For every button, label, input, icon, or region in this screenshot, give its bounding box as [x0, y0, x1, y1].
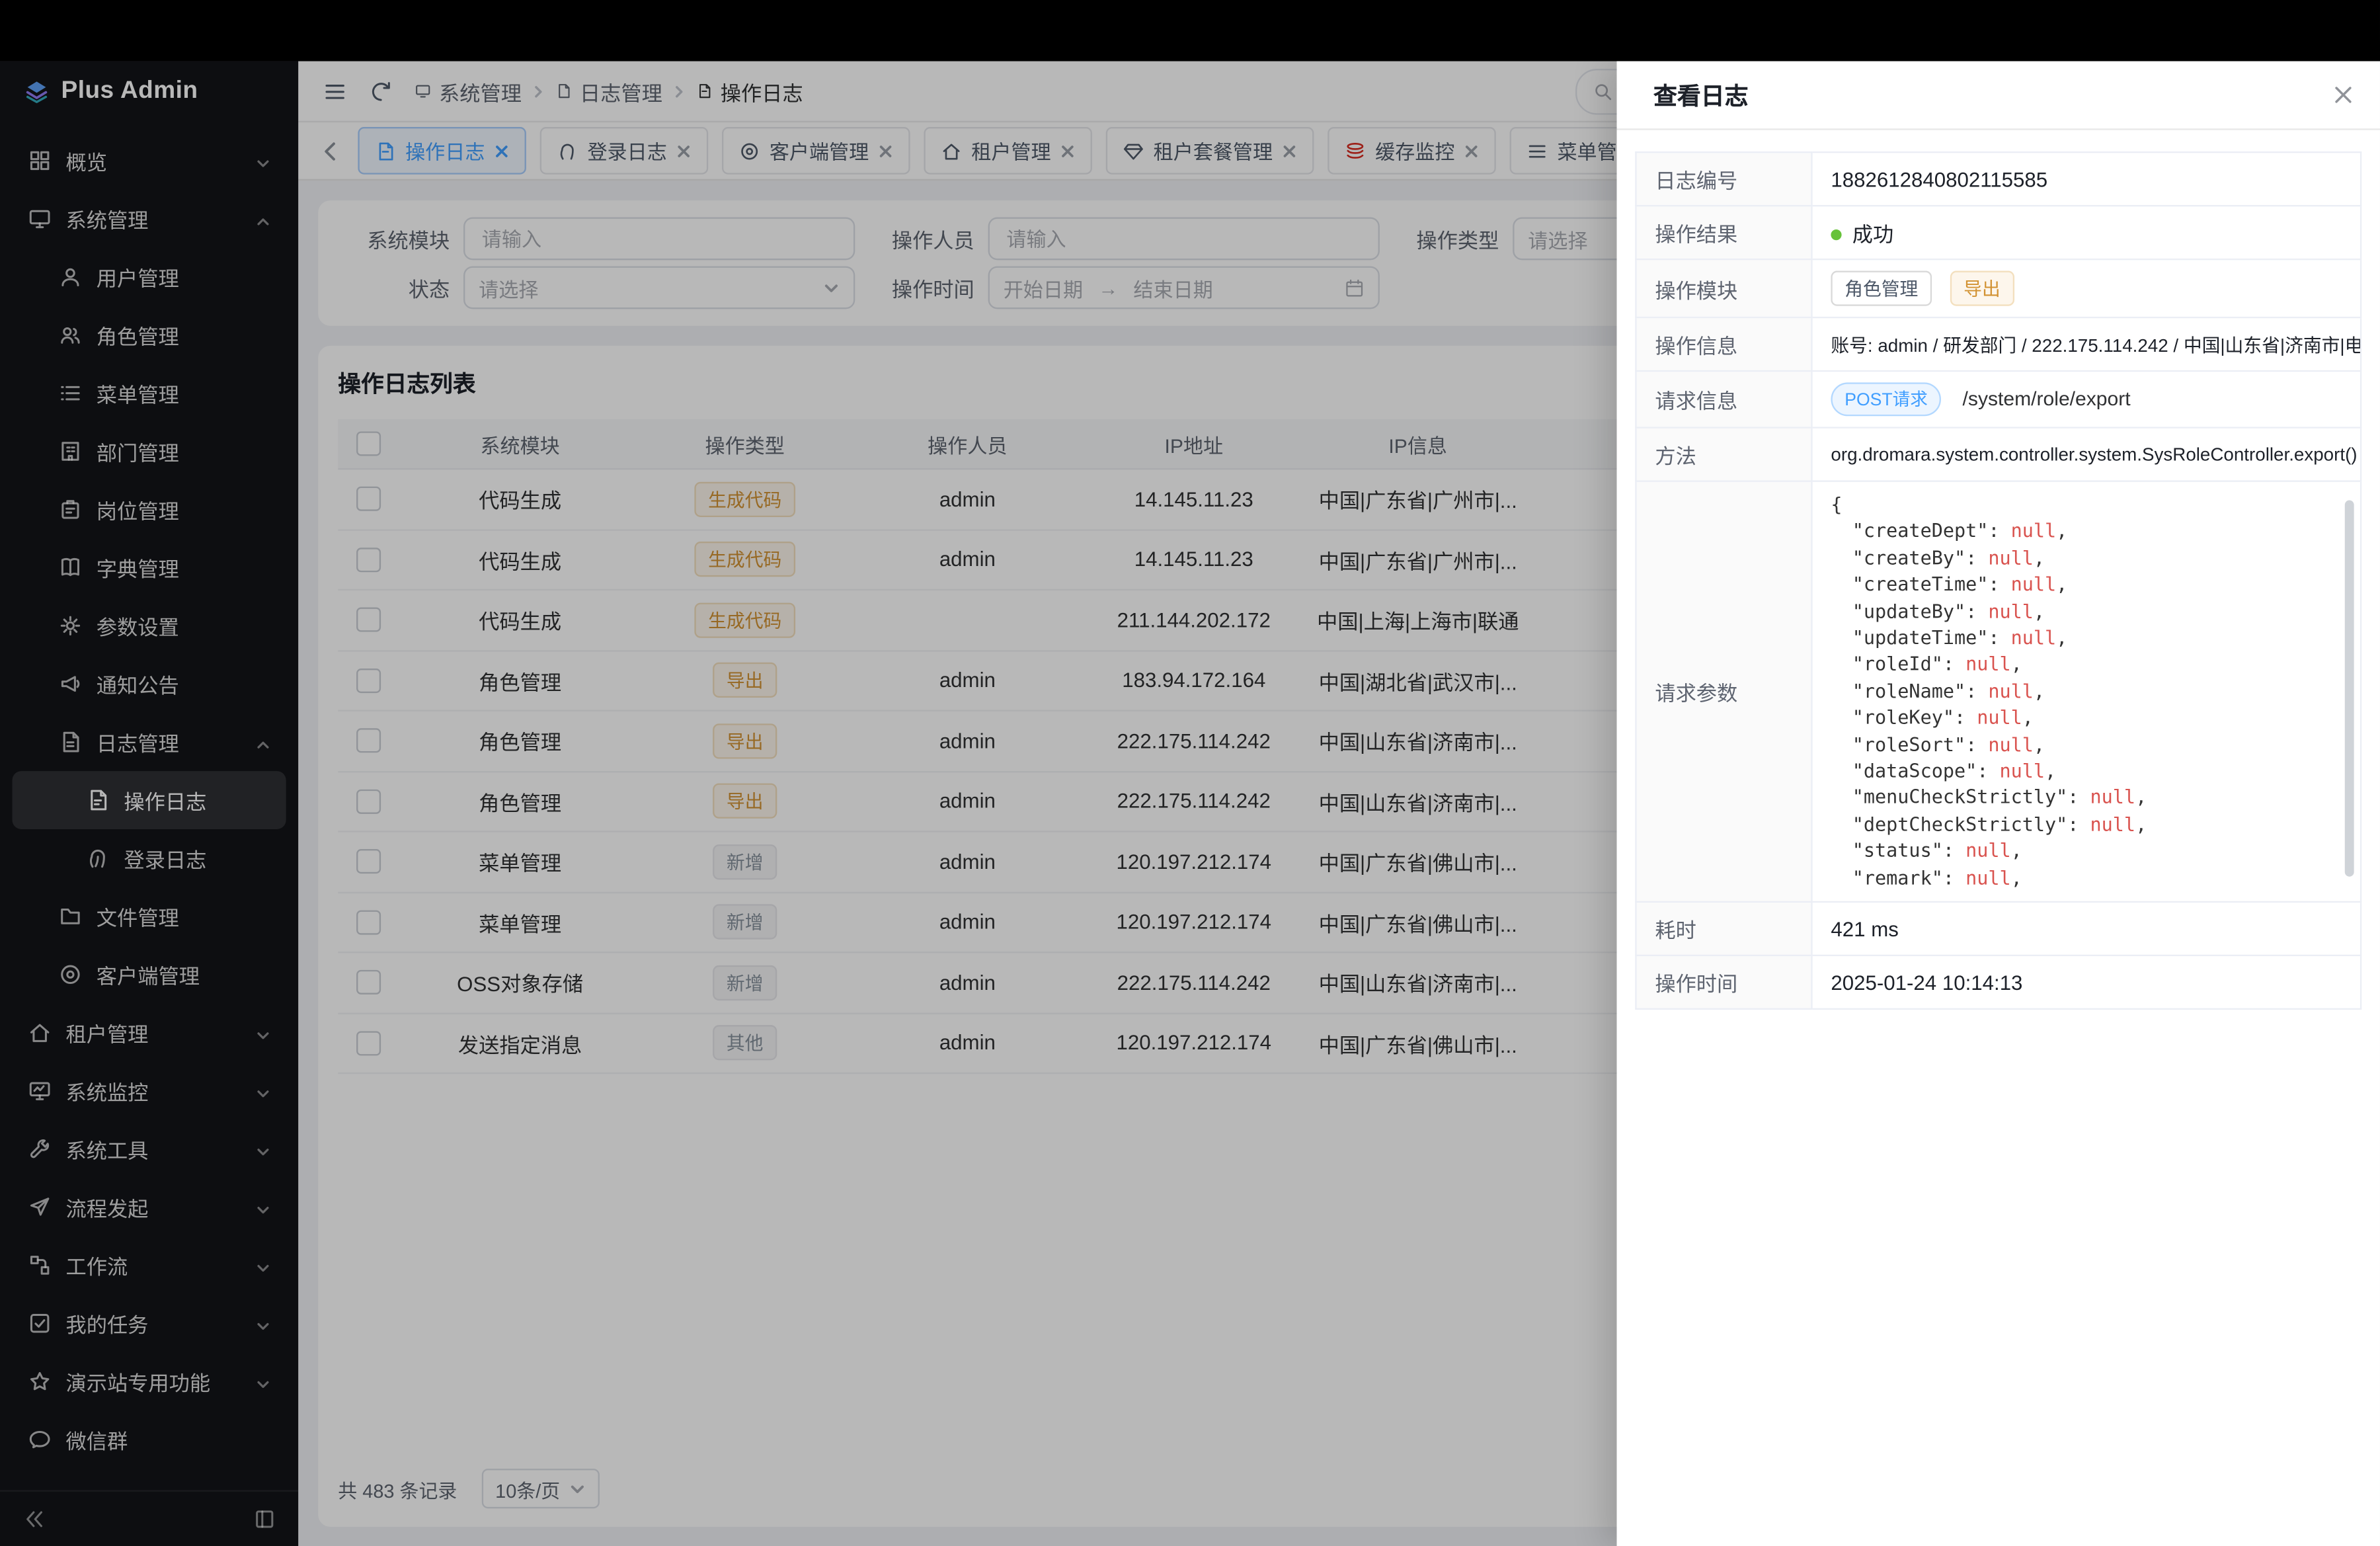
drawer-header: 查看日志	[1616, 61, 2379, 130]
detail-row-info: 操作信息 账号: admin / 研发部门 / 222.175.114.242 …	[1636, 317, 2361, 371]
duration-value: 421 ms	[1811, 902, 2361, 956]
detail-row-method: 方法 org.dromara.system.controller.system.…	[1636, 428, 2361, 481]
code-scrollbar-thumb[interactable]	[2345, 501, 2354, 877]
detail-row-time: 操作时间 2025-01-24 10:14:13	[1636, 956, 2361, 1009]
module-value: 角色管理 导出	[1811, 259, 2361, 317]
drawer-body: 日志编号 1882612840802115585 操作结果 成功 操作模块 角色…	[1616, 130, 2379, 1032]
close-drawer-icon[interactable]	[2331, 83, 2356, 107]
operation-time-value: 2025-01-24 10:14:13	[1811, 956, 2361, 1009]
log-id-value: 1882612840802115585	[1811, 152, 2361, 206]
drawer-title: 查看日志	[1653, 78, 2331, 112]
detail-row-log-id: 日志编号 1882612840802115585	[1636, 152, 2361, 206]
detail-row-module: 操作模块 角色管理 导出	[1636, 259, 2361, 317]
view-log-drawer: 查看日志 日志编号 1882612840802115585 操作结果 成功 操作…	[1616, 61, 2379, 1546]
app-window: Plus Admin 概览 系统管理 用户管理 角色管理	[0, 0, 2380, 1546]
request-params-value: { "createDept": null, "createBy": null, …	[1811, 481, 2361, 902]
success-dot	[1831, 229, 1841, 240]
http-method-tag: POST请求	[1831, 382, 1941, 416]
detail-row-result: 操作结果 成功	[1636, 206, 2361, 259]
json-code-block: { "createDept": null, "createBy": null, …	[1831, 493, 2342, 891]
detail-row-params: 请求参数 { "createDept": null, "createBy": n…	[1636, 481, 2361, 902]
request-info-value: POST请求 /system/role/export	[1811, 371, 2361, 428]
operation-info-value: 账号: admin / 研发部门 / 222.175.114.242 / 中国|…	[1811, 317, 2361, 371]
method-value: org.dromara.system.controller.system.Sys…	[1811, 428, 2361, 481]
action-tag: 导出	[1950, 271, 2014, 306]
module-tag: 角色管理	[1831, 271, 1932, 306]
log-detail-table: 日志编号 1882612840802115585 操作结果 成功 操作模块 角色…	[1635, 151, 2361, 1010]
result-value: 成功	[1811, 206, 2361, 259]
detail-row-duration: 耗时 421 ms	[1636, 902, 2361, 956]
request-url: /system/role/export	[1963, 387, 2131, 410]
detail-row-request: 请求信息 POST请求 /system/role/export	[1636, 371, 2361, 428]
